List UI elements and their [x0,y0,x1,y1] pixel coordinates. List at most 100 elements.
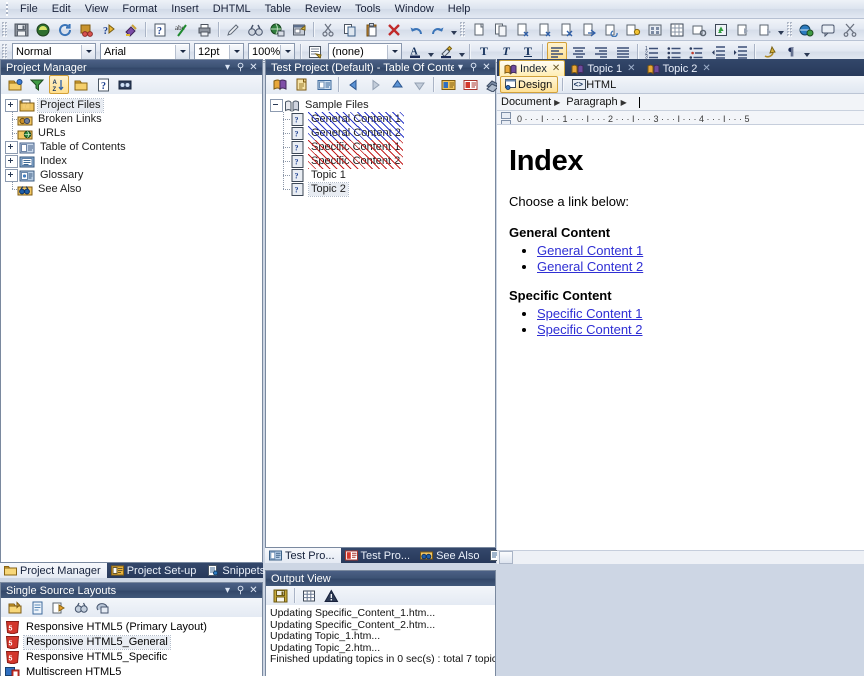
new-toc-icon[interactable] [314,75,334,94]
panel-menu-icon[interactable]: ▾ [454,61,467,74]
spell-icon[interactable]: ? [99,20,119,39]
paragraph-style-select[interactable]: Normal [12,42,96,61]
dock-tab-snippets[interactable]: Snippets [202,563,271,578]
chevron-down-icon[interactable] [81,44,95,59]
menu-review[interactable]: Review [298,1,348,17]
dock-tab-project-setup[interactable]: Project Set-up [107,563,203,578]
menu-window[interactable]: Window [388,1,441,17]
menu-edit[interactable]: Edit [45,1,78,17]
list-item[interactable]: 5 Responsive HTML5_General [5,635,262,650]
close-icon[interactable]: ✕ [627,63,635,74]
auto-create-toc-icon[interactable] [438,75,458,94]
print-icon[interactable] [194,20,214,39]
dock-tab-project-manager[interactable]: Project Manager [0,563,107,578]
link[interactable]: General Content 1 [537,243,643,258]
menu-format[interactable]: Format [115,1,164,17]
toc-item[interactable]: ? Topic 2 [268,181,495,197]
cut-icon[interactable] [318,20,338,39]
toolbar-overflow-1[interactable] [449,22,458,38]
generate-layout-icon[interactable] [49,598,69,617]
list-item[interactable]: 5 Responsive HTML5_Specific [5,650,262,665]
toc-item[interactable]: ? Specific Content 2 [268,153,495,169]
publish-icon[interactable] [733,20,753,39]
save-icon[interactable] [270,586,290,605]
breadcrumb-paragraph[interactable]: Paragraph [566,96,617,108]
panel-menu-icon[interactable]: ▾ [221,61,234,74]
toc-item[interactable]: ? General Content 1 [268,111,495,127]
toolbar-overflow-2[interactable] [776,22,785,38]
generate-3-icon[interactable] [557,20,577,39]
dock-tab-index[interactable]: Test Pro... [341,548,417,563]
close-icon[interactable]: ✕ [552,63,560,74]
publish-2-icon[interactable] [755,20,775,39]
menu-tools[interactable]: Tools [348,1,388,17]
close-icon[interactable]: ✕ [247,61,260,74]
paste-icon[interactable] [362,20,382,39]
find-icon[interactable] [115,75,135,94]
pin-icon[interactable]: ⚲ [234,584,247,597]
tree-item-urls[interactable]: URLs [3,126,262,140]
toolbar-grip-1[interactable] [2,22,7,37]
undo-icon[interactable] [406,20,426,39]
generate-2-icon[interactable] [535,20,555,39]
pencil-icon[interactable] [223,20,243,39]
expand-icon[interactable] [5,154,18,168]
copy-file-icon[interactable] [491,20,511,39]
new-folder-icon[interactable] [5,75,25,94]
view-icon[interactable] [601,20,621,39]
layout-properties-icon[interactable] [27,598,47,617]
tree-item-table-of-contents[interactable]: Table of Contents [3,140,262,154]
panel-menu-icon[interactable]: ▾ [221,584,234,597]
format-toolbar-grip[interactable] [2,44,7,59]
spell-check-icon[interactable]: abc [172,20,192,39]
menu-table[interactable]: Table [258,1,298,17]
help-icon[interactable]: ? [93,75,113,94]
pin-icon[interactable]: ⚲ [234,61,247,74]
chevron-down-icon[interactable] [387,44,401,59]
expand-icon[interactable] [5,168,18,182]
menu-file[interactable]: File [13,1,45,17]
scroll-thumb[interactable] [499,551,513,564]
close-icon[interactable]: ✕ [247,584,260,597]
menu-help[interactable]: Help [441,1,478,17]
new-file-icon[interactable] [469,20,489,39]
batch-generate-icon[interactable] [645,20,665,39]
chevron-down-icon[interactable] [280,44,294,59]
view-star-icon[interactable] [623,20,643,39]
publish-layout-icon[interactable] [93,598,113,617]
close-icon[interactable]: ✕ [480,61,493,74]
new-topic-icon[interactable]: ? [150,20,170,39]
generate-4-icon[interactable] [579,20,599,39]
zoom-select[interactable]: 100% [248,42,295,61]
view-layout-icon[interactable] [71,598,91,617]
chevron-down-icon[interactable] [175,44,189,59]
multimedia-icon[interactable] [796,20,816,39]
new-layout-icon[interactable] [5,598,25,617]
preview-icon[interactable] [689,20,709,39]
document-tab-topic-1[interactable]: Topic 1 ✕ [566,60,640,76]
chevron-down-icon[interactable] [229,44,243,59]
sort-az-icon[interactable]: AZ [49,75,69,94]
menu-grip[interactable] [4,2,10,16]
breadcrumb-document[interactable]: Document [501,96,551,108]
new-book-icon[interactable] [270,75,290,94]
list-item[interactable]: Multiscreen HTML5 [5,665,262,676]
highlight-dropdown[interactable] [457,44,466,60]
horizontal-scrollbar[interactable] [497,550,864,564]
globe-link-icon[interactable] [267,20,287,39]
close-icon[interactable]: ✕ [702,63,710,74]
move-up-icon[interactable] [387,75,407,94]
link[interactable]: General Content 2 [537,259,643,274]
html-view-button[interactable]: <> HTML [567,76,622,93]
tree-item-index[interactable]: Index [3,154,262,168]
toc-properties-icon[interactable] [460,75,480,94]
tree-item-see-also[interactable]: See Also [3,182,262,196]
dock-tab-toc[interactable]: Test Pro... [265,548,341,563]
link[interactable]: Specific Content 1 [537,306,643,321]
pin-icon[interactable]: ⚲ [467,61,480,74]
folder-icon[interactable] [71,75,91,94]
toc-root-item[interactable]: Sample Files [268,98,495,112]
font-family-select[interactable]: Arial [100,42,190,61]
toc-item[interactable]: ? Specific Content 1 [268,139,495,155]
format-toolbar-overflow[interactable] [802,44,811,60]
